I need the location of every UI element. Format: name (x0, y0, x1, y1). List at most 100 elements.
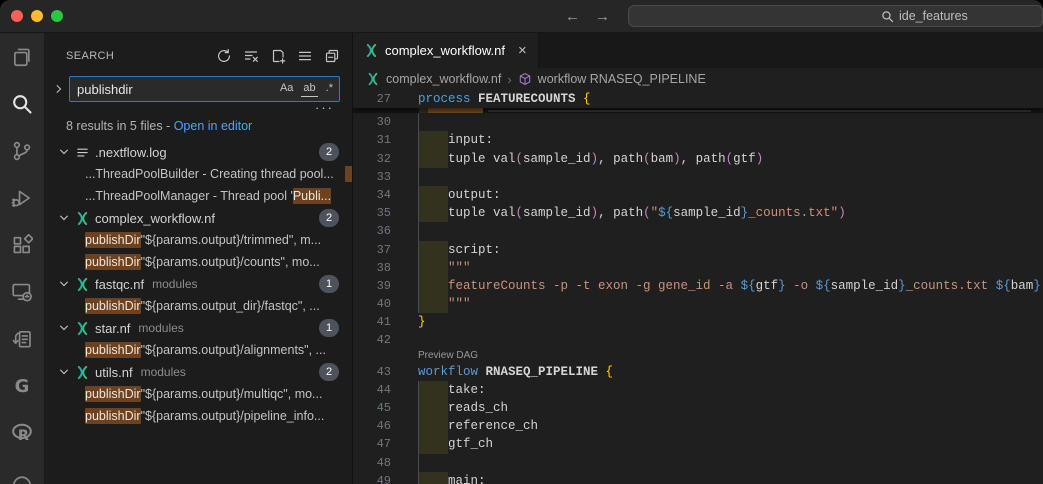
match-text: "${params.output}/trimmed", m... (141, 233, 321, 247)
result-match-row[interactable]: publishDir "${params.output}/trimmed", m… (45, 229, 352, 251)
search-input[interactable] (77, 82, 278, 97)
match-text: "${params.output}/counts", mo... (141, 255, 320, 269)
symbol-module-icon (518, 72, 532, 86)
activity-item-gitlens[interactable]: G (0, 362, 44, 409)
back-button[interactable]: ← (565, 9, 580, 24)
r-lang-icon: R (11, 422, 33, 444)
nextflow-icon (75, 211, 90, 226)
minimize-window-button[interactable] (31, 10, 43, 22)
result-match-row[interactable]: publishDir "${params.output}/alignments"… (45, 339, 352, 361)
match-highlight: Publi... (293, 188, 331, 204)
activity-item-source-control[interactable] (0, 127, 44, 174)
close-tab-icon[interactable]: × (518, 43, 527, 58)
close-window-button[interactable] (11, 10, 23, 22)
line-number: 27 (353, 90, 418, 108)
match-case-toggle[interactable]: Aa (278, 81, 295, 96)
code-line-content: workflow RNASEQ_PIPELINE { (418, 363, 1043, 381)
match-text: "${params.output}/alignments", ... (141, 343, 326, 357)
collapse-all-button[interactable] (322, 46, 342, 66)
match-highlight: publishDir (85, 408, 141, 424)
activity-item-search[interactable] (0, 80, 44, 127)
activity-item-extensions[interactable] (0, 221, 44, 268)
line-number: 31 (353, 131, 418, 149)
match-text: "${params.output_dir}/fastqc", ... (141, 299, 320, 313)
chevron-down-icon[interactable] (58, 322, 70, 334)
search-panel: SEARCH Aaab.* ··· 8 results in 5 files -… (45, 33, 353, 484)
result-file-row[interactable]: fastqc.nfmodules1 (45, 273, 352, 295)
line-number: 48 (353, 454, 418, 472)
line-number: 41 (353, 313, 418, 331)
refresh-button[interactable] (214, 46, 234, 66)
result-match-row[interactable]: publishDir "${params.output}/counts", mo… (45, 251, 352, 273)
code-line-content (418, 454, 1043, 472)
code-line: 31 input: (353, 131, 1043, 149)
whole-word-toggle[interactable]: ab (301, 81, 317, 97)
result-file-row[interactable]: complex_workflow.nf2 (45, 207, 352, 229)
activity-item-explorer[interactable] (0, 33, 44, 80)
result-match-row[interactable]: ...ThreadPoolBuilder - Creating thread p… (45, 163, 352, 185)
activity-item-account[interactable] (0, 456, 44, 484)
view-as-list-button[interactable] (295, 46, 315, 66)
result-file-row[interactable]: star.nfmodules1 (45, 317, 352, 339)
tab-label: complex_workflow.nf (385, 43, 505, 58)
codelens-preview-dag[interactable]: Preview DAG (353, 350, 1043, 363)
new-search-editor-button[interactable] (268, 46, 288, 66)
task-output-icon (11, 328, 33, 350)
line-number: 38 (353, 259, 418, 277)
nextflow-icon (75, 365, 90, 380)
open-in-editor-link[interactable]: Open in editor (174, 119, 253, 133)
chevron-down-icon[interactable] (58, 366, 70, 378)
code-line: 47 gtf_ch (353, 435, 1043, 453)
line-number: 43 (353, 363, 418, 381)
remote-explorer-icon (11, 281, 33, 303)
tab-complex-workflow[interactable]: complex_workflow.nf × (353, 33, 539, 68)
file-name: fastqc.nf (95, 277, 144, 292)
command-center[interactable]: ide_features (628, 5, 1043, 27)
code-line-content: reference_ch (418, 417, 1043, 435)
activity-item-task-output[interactable] (0, 315, 44, 362)
activity-item-r-language[interactable]: R (0, 409, 44, 456)
zoom-window-button[interactable] (51, 10, 63, 22)
code-line-content: take: (418, 381, 1043, 399)
toggle-replace-button[interactable] (53, 83, 65, 95)
match-text: ...ThreadPoolManager - Thread pool ' (85, 189, 293, 203)
search-icon (881, 10, 894, 23)
clear-results-button[interactable] (241, 46, 261, 66)
code-line: 48 (353, 454, 1043, 472)
gitlens-icon: G (11, 375, 33, 397)
result-file-row[interactable]: .nextflow.log2 (45, 141, 352, 163)
code-line-content (418, 222, 1043, 240)
activity-item-run-debug[interactable] (0, 174, 44, 221)
chevron-down-icon[interactable] (58, 146, 70, 158)
breadcrumb-symbol[interactable]: workflow RNASEQ_PIPELINE (538, 72, 706, 86)
editor-group: complex_workflow.nf × complex_workflow.n… (353, 33, 1043, 484)
line-number: 35 (353, 204, 418, 222)
result-match-row[interactable]: publishDir "${params.output_dir}/fastqc"… (45, 295, 352, 317)
chevron-down-icon[interactable] (58, 278, 70, 290)
code-line-content: """ (418, 295, 1043, 313)
results-summary: 8 results in 5 files - Open in editor (45, 113, 352, 137)
search-panel-actions (214, 46, 342, 66)
line-number: 49 (353, 472, 418, 484)
chevron-down-icon[interactable] (58, 212, 70, 224)
command-center-label: ide_features (899, 9, 968, 23)
match-highlight: publishDir (85, 254, 141, 270)
nextflow-icon (364, 43, 379, 58)
result-match-row[interactable]: publishDir "${params.output}/pipeline_in… (45, 405, 352, 427)
activity-item-remote-explorer[interactable] (0, 268, 44, 315)
forward-button[interactable]: → (595, 9, 610, 24)
result-match-row[interactable]: ...ThreadPoolManager - Thread pool 'Publ… (45, 185, 352, 207)
result-match-row[interactable]: publishDir "${params.output}/multiqc", m… (45, 383, 352, 405)
file-name: utils.nf (95, 365, 133, 380)
code-editor[interactable]: 27process FEATURECOUNTS { 3031 input:32 … (353, 90, 1043, 484)
nextflow-icon (75, 321, 90, 336)
svg-text:G: G (15, 376, 30, 397)
breadcrumb-file[interactable]: complex_workflow.nf (386, 72, 501, 86)
file-name: .nextflow.log (95, 145, 167, 160)
more-search-actions-button[interactable]: ··· (45, 102, 352, 113)
use-regex-toggle[interactable]: .* (324, 81, 335, 96)
sticky-scroll-line[interactable]: 27process FEATURECOUNTS { (353, 90, 1043, 108)
match-text: "${params.output}/pipeline_info... (141, 409, 325, 423)
code-line: 45 reads_ch (353, 399, 1043, 417)
result-file-row[interactable]: utils.nfmodules2 (45, 361, 352, 383)
